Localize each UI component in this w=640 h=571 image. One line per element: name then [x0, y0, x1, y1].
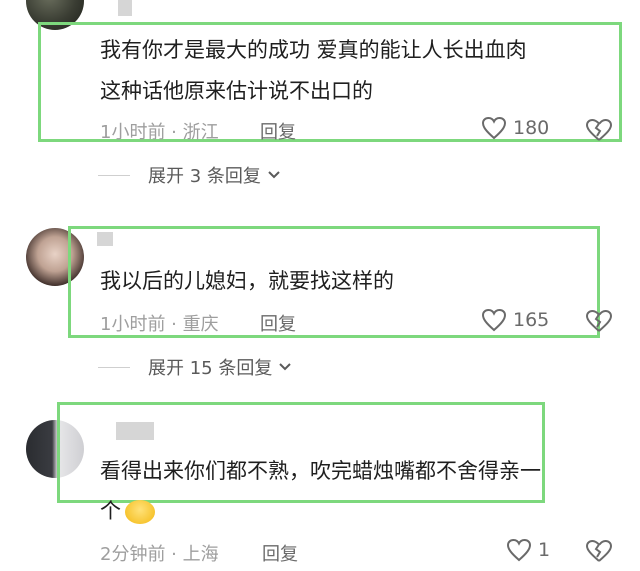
comment-location: 重庆 — [182, 314, 219, 335]
like-button[interactable]: 180 — [481, 116, 549, 140]
comment-text-line: 我有你才是最大的成功 爱真的能让人长出血肉 — [100, 38, 527, 62]
heart-outline-icon — [481, 308, 507, 332]
expand-replies-label: 展开 3 条回复 — [148, 166, 261, 187]
comment-text-line: 看得出来你们都不熟，吹完蜡烛嘴都不舍得亲一 — [100, 459, 541, 483]
comment-meta: 2分钟前 · 上海 — [100, 544, 219, 565]
comment-text-line: 这种话他原来估计说不出口的 — [100, 79, 373, 103]
like-count: 180 — [513, 117, 550, 139]
comment-time: 2分钟前 — [100, 544, 166, 565]
dislike-button[interactable] — [585, 118, 613, 146]
comment-text-line-2: 个 — [100, 492, 155, 530]
dislike-button[interactable] — [585, 309, 613, 337]
grinning-face-emoji — [125, 500, 155, 524]
comment-time: 1小时前 — [100, 122, 166, 143]
comment-meta: 1小时前 · 重庆 — [100, 314, 219, 335]
dislike-button[interactable] — [585, 539, 613, 567]
divider — [98, 174, 130, 176]
like-count: 165 — [513, 309, 550, 331]
comment-location: 浙江 — [182, 122, 219, 143]
broken-heart-icon — [585, 309, 613, 332]
reply-button[interactable]: 回复 — [262, 540, 298, 566]
comment-text-line: 我以后的儿媳妇，就要找这样的 — [100, 269, 394, 293]
comment-text-line: 个 — [100, 499, 121, 523]
heart-outline-icon — [506, 538, 532, 562]
comment-meta: 1小时前 · 浙江 — [100, 122, 219, 143]
heart-outline-icon — [481, 116, 507, 140]
broken-heart-icon — [585, 539, 613, 562]
expand-replies-button[interactable]: 展开 3 条回复 — [98, 162, 281, 188]
like-button[interactable]: 1 — [506, 538, 550, 562]
divider — [98, 366, 130, 368]
expand-replies-button[interactable]: 展开 15 条回复 — [98, 354, 292, 380]
reply-button[interactable]: 回复 — [260, 310, 296, 336]
expand-replies-label: 展开 15 条回复 — [148, 358, 273, 379]
like-button[interactable]: 165 — [481, 308, 549, 332]
reply-button[interactable]: 回复 — [260, 118, 296, 144]
chevron-down-icon — [279, 363, 292, 371]
comment-location: 上海 — [182, 544, 219, 565]
like-count: 1 — [538, 539, 551, 561]
chevron-down-icon — [268, 171, 280, 179]
broken-heart-icon — [585, 118, 613, 141]
username-redacted[interactable] — [118, 0, 132, 16]
comment-time: 1小时前 — [100, 314, 166, 335]
